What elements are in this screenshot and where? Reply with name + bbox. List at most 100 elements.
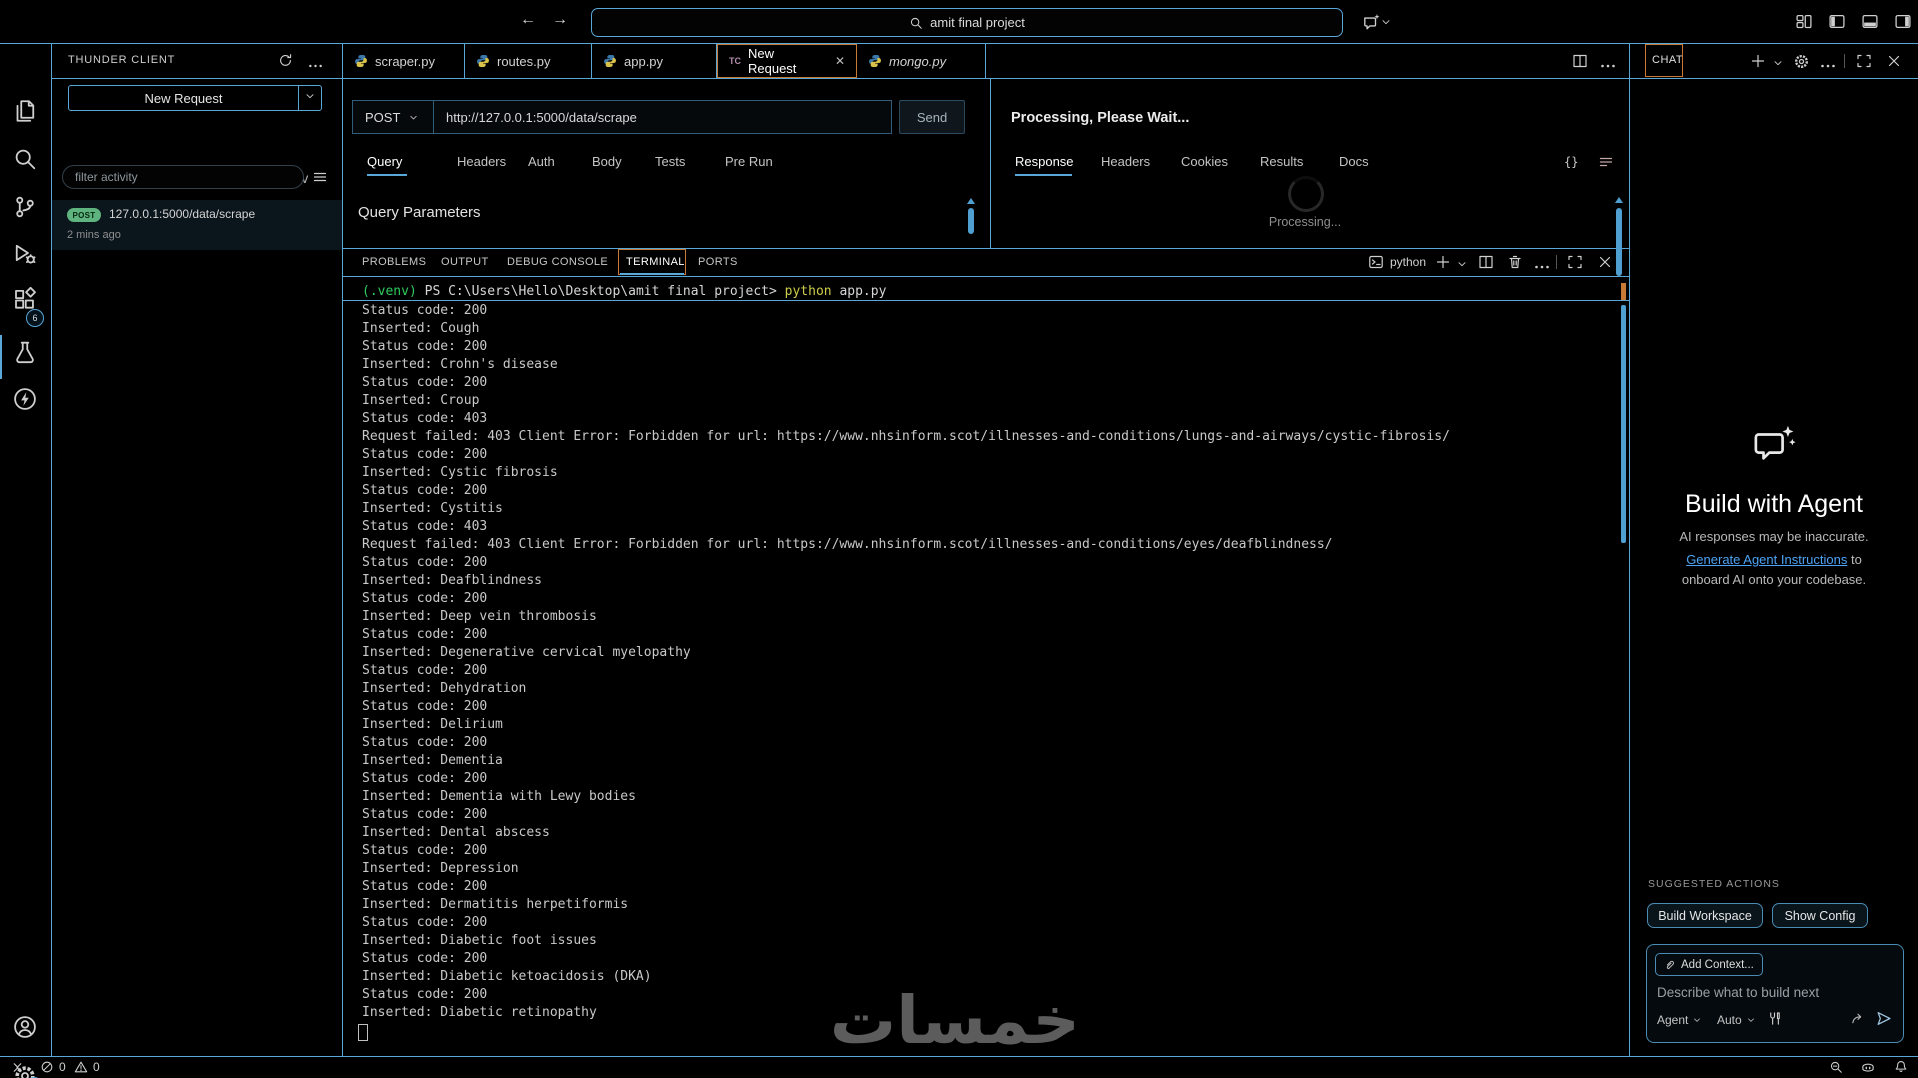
request-tab-auth[interactable]: Auth <box>528 148 555 176</box>
split-terminal-icon[interactable] <box>1478 254 1494 275</box>
toggle-primary-sidebar-icon[interactable] <box>1828 13 1846 35</box>
terminal-line: Inserted: Crohn's disease <box>362 357 558 372</box>
terminal-scrollbar[interactable] <box>1621 305 1626 543</box>
explorer-icon[interactable] <box>13 99 37 128</box>
request-tab-body[interactable]: Body <box>592 148 622 176</box>
request-scrollbar[interactable] <box>968 208 974 234</box>
close-icon[interactable]: ✕ <box>827 54 845 68</box>
refresh-icon[interactable] <box>278 53 293 73</box>
request-tab-prerun[interactable]: Pre Run <box>725 148 773 176</box>
chat-mode-picker[interactable]: Agent <box>1657 1013 1702 1027</box>
maximize-panel-icon[interactable] <box>1567 254 1583 275</box>
request-time: 2 mins ago <box>67 229 121 241</box>
tab-routes-py[interactable]: routes.py <box>465 44 592 78</box>
send-button[interactable]: Send <box>899 100 965 134</box>
split-editor-icon[interactable] <box>1572 53 1588 74</box>
toggle-secondary-sidebar-icon[interactable] <box>1894 13 1912 35</box>
error-count[interactable]: 0 <box>59 1060 66 1074</box>
redo-arrow-icon[interactable] <box>1850 1011 1866 1031</box>
shell-label[interactable]: python <box>1390 249 1426 275</box>
forward-icon[interactable]: → <box>552 11 568 29</box>
chat-more-actions-icon[interactable] <box>1820 57 1836 75</box>
toggle-panel-icon[interactable] <box>1861 13 1879 35</box>
scroll-up-arrow[interactable] <box>1615 197 1623 203</box>
copilot-chat-icon[interactable] <box>1362 13 1392 31</box>
add-context-button[interactable]: Add Context... <box>1655 953 1763 976</box>
search-view-icon[interactable] <box>13 147 37 176</box>
panel-tab-ports[interactable]: PORTS <box>698 249 738 275</box>
thunder-client-icon[interactable] <box>13 387 37 416</box>
run-debug-icon[interactable] <box>13 242 37 271</box>
terminal-line: Status code: 200 <box>362 375 488 390</box>
panel-tab-debug-console[interactable]: DEBUG CONSOLE <box>507 249 608 275</box>
response-tab-response[interactable]: Response <box>1015 148 1074 176</box>
customize-layout-icon[interactable] <box>1795 13 1813 35</box>
warnings-icon[interactable] <box>74 1060 88 1078</box>
response-tab-cookies[interactable]: Cookies <box>1181 148 1228 176</box>
tab-mongo-py[interactable]: mongo.py <box>857 44 986 78</box>
remote-indicator-icon[interactable] <box>10 1060 25 1078</box>
terminal-line: Inserted: Depression <box>362 861 519 876</box>
activity-history-item[interactable]: POST 127.0.0.1:5000/data/scrape 2 mins a… <box>52 200 342 250</box>
terminal-dropdown-icon[interactable] <box>1456 257 1468 275</box>
chevron-down-icon <box>410 115 418 119</box>
tab-scraper-py[interactable]: scraper.py <box>343 44 465 78</box>
terminal-line: Inserted: Deafblindness <box>362 573 543 588</box>
chat-dropdown-icon[interactable] <box>1772 56 1784 74</box>
editor-more-actions-icon[interactable] <box>1600 57 1616 75</box>
build-workspace-button[interactable]: Build Workspace <box>1647 903 1763 928</box>
errors-icon[interactable] <box>40 1060 54 1078</box>
source-control-icon[interactable] <box>13 195 37 224</box>
response-tab-headers[interactable]: Headers <box>1101 148 1150 176</box>
tools-icon[interactable] <box>1767 1011 1782 1031</box>
zoom-out-icon[interactable] <box>1829 1060 1843 1078</box>
request-tab-tests[interactable]: Tests <box>655 148 685 176</box>
new-chat-icon[interactable] <box>1750 53 1766 74</box>
url-input[interactable]: http://127.0.0.1:5000/data/scrape <box>433 100 892 134</box>
request-tab-headers[interactable]: Headers <box>457 148 506 176</box>
request-tab-query[interactable]: Query <box>367 148 402 176</box>
command-center-search[interactable]: amit final project <box>591 8 1343 37</box>
chat-divider[interactable] <box>1629 44 1630 1057</box>
request-response-divider[interactable] <box>990 78 991 248</box>
chevron-down-icon <box>1382 20 1390 25</box>
tab-new-request[interactable]: TC New Request ✕ <box>717 44 857 78</box>
show-config-button[interactable]: Show Config <box>1772 903 1868 928</box>
filter-activity-input[interactable]: filter activity <box>62 165 304 189</box>
chat-input-box[interactable]: Add Context... Describe what to build ne… <box>1646 944 1904 1043</box>
wrap-lines-icon[interactable] <box>1598 155 1614 174</box>
sidebar-divider[interactable] <box>342 44 343 1057</box>
close-chat-icon[interactable] <box>1886 53 1902 74</box>
warning-count[interactable]: 0 <box>93 1060 100 1074</box>
method-select[interactable]: POST <box>352 100 434 134</box>
terminal-line: Inserted: Dermatitis herpetiformis <box>362 897 629 912</box>
back-icon[interactable]: ← <box>520 11 536 29</box>
panel-more-actions-icon[interactable] <box>1534 258 1550 276</box>
notifications-bell-icon[interactable] <box>1894 1060 1908 1078</box>
terminal-line: Status code: 200 <box>362 591 488 606</box>
tab-app-py[interactable]: app.py <box>592 44 717 78</box>
chat-settings-icon[interactable] <box>1793 53 1810 75</box>
new-terminal-icon[interactable] <box>1435 254 1451 275</box>
account-icon[interactable] <box>13 1015 37 1044</box>
new-request-dropdown-icon[interactable] <box>299 89 321 107</box>
panel-tab-output[interactable]: OUTPUT <box>441 249 489 275</box>
menu-icon[interactable] <box>312 169 328 190</box>
format-json-icon[interactable]: {} <box>1564 148 1578 176</box>
chat-model-picker[interactable]: Auto <box>1717 1013 1756 1027</box>
response-tab-results[interactable]: Results <box>1260 148 1303 176</box>
maximize-chat-icon[interactable] <box>1856 53 1872 74</box>
copilot-status-icon[interactable] <box>1860 1060 1876 1078</box>
kill-terminal-icon[interactable] <box>1507 254 1523 275</box>
testing-icon[interactable] <box>13 340 37 369</box>
more-actions-icon[interactable] <box>308 57 323 75</box>
send-icon[interactable] <box>1875 1010 1892 1032</box>
terminal-output[interactable]: Status code: 200 Inserted: Cough Status co… <box>362 302 1617 1022</box>
generate-instructions-link[interactable]: Generate Agent Instructions <box>1686 552 1847 567</box>
scroll-up-arrow[interactable] <box>967 198 975 204</box>
new-request-button[interactable]: New Request <box>68 85 322 111</box>
response-scrollbar[interactable] <box>1616 208 1622 276</box>
response-tab-docs[interactable]: Docs <box>1339 148 1369 176</box>
panel-tab-problems[interactable]: PROBLEMS <box>362 249 426 275</box>
close-panel-icon[interactable] <box>1597 254 1613 275</box>
